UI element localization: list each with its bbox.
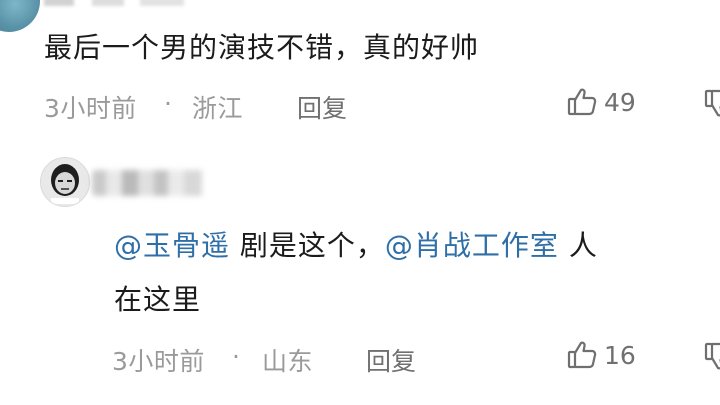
reply-text: 剧是这个， bbox=[230, 229, 385, 262]
blurred-username bbox=[92, 170, 212, 196]
reply-button[interactable]: 回复 bbox=[297, 89, 347, 125]
reply-time: 3小时前 bbox=[112, 347, 205, 376]
reply-avatar[interactable] bbox=[40, 157, 90, 207]
thumbs-up-icon bbox=[566, 339, 598, 371]
reply-text-line2: 在这里 bbox=[114, 283, 202, 316]
like-button[interactable]: 49 bbox=[566, 86, 636, 118]
like-count: 16 bbox=[604, 340, 636, 370]
blurred-username bbox=[44, 0, 244, 6]
mention-link[interactable]: @玉骨遥 bbox=[114, 229, 230, 262]
reply-location: 山东 bbox=[262, 347, 314, 376]
reply-text: 人 bbox=[558, 229, 598, 262]
dislike-button[interactable] bbox=[703, 340, 720, 376]
comment-text: 最后一个男的演技不错，真的好帅 bbox=[44, 31, 480, 64]
dislike-button[interactable] bbox=[703, 87, 720, 123]
comment-location: 浙江 bbox=[192, 94, 244, 123]
meta-separator: · bbox=[164, 89, 173, 118]
reply-text-line1: @玉骨遥 剧是这个，@肖战工作室 人 bbox=[114, 228, 598, 264]
thumbs-up-icon bbox=[566, 86, 598, 118]
thumbs-down-icon bbox=[703, 342, 720, 376]
meta-separator: · bbox=[232, 342, 241, 371]
avatar[interactable] bbox=[0, 0, 40, 32]
mention-link[interactable]: @肖战工作室 bbox=[385, 229, 559, 262]
like-count: 49 bbox=[604, 87, 636, 117]
comment-time: 3小时前 bbox=[44, 94, 137, 123]
thumbs-down-icon bbox=[703, 89, 720, 123]
like-button[interactable]: 16 bbox=[566, 339, 636, 371]
reply-button[interactable]: 回复 bbox=[366, 342, 416, 378]
